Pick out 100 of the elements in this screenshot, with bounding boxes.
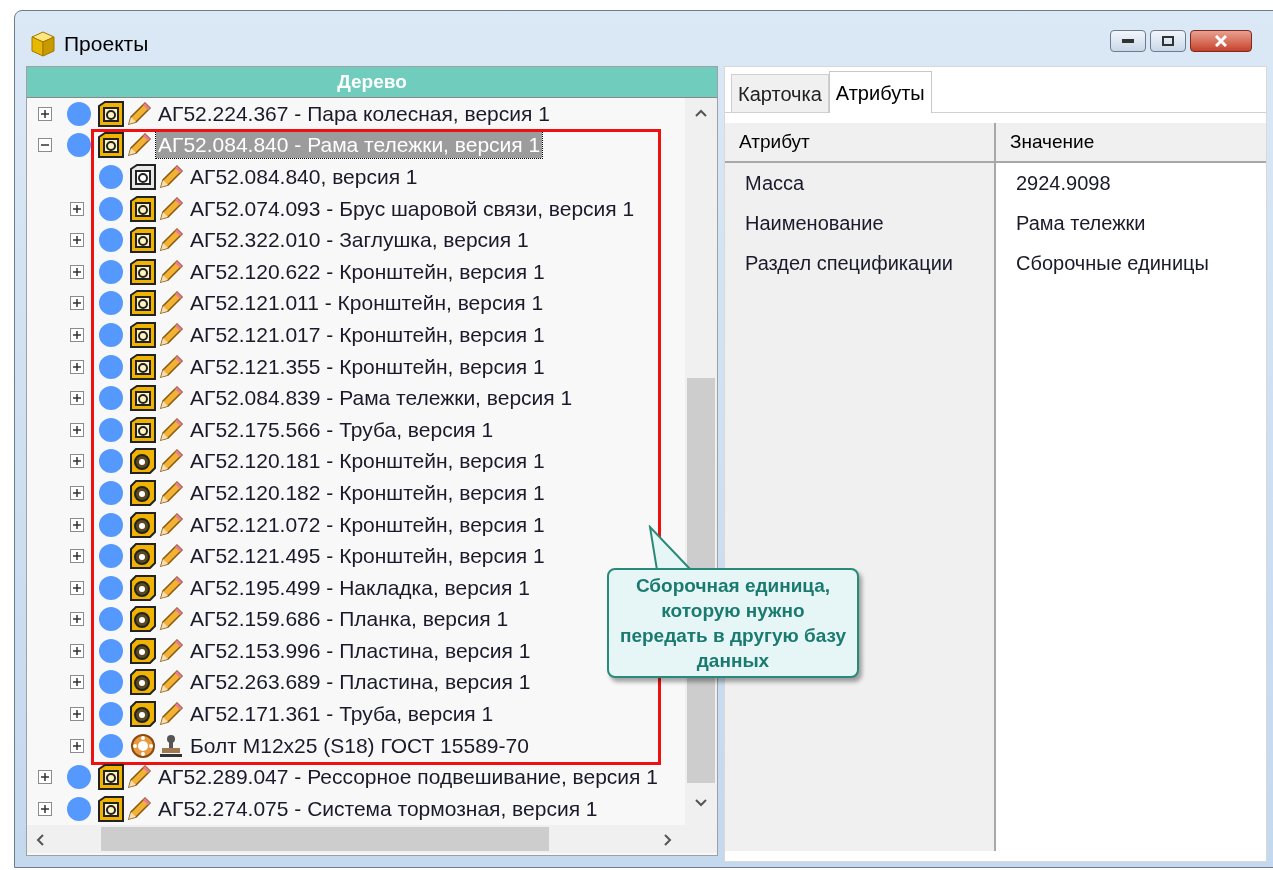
tree-item[interactable]: АГ52.084.839 - Рама тележки, версия 1	[188, 385, 575, 412]
tree-item[interactable]: АГ52.084.840, версия 1	[188, 164, 420, 190]
expand-icon[interactable]	[70, 738, 84, 753]
pencil-icon	[157, 163, 185, 191]
nut-icon	[129, 573, 157, 602]
pencil-icon	[157, 194, 185, 223]
assembly-icon	[97, 794, 125, 823]
window-title: Проекты	[64, 31, 149, 57]
document-icon	[129, 163, 157, 191]
nut-icon	[129, 510, 157, 539]
expand-icon[interactable]	[38, 801, 52, 816]
cube-icon	[30, 29, 56, 58]
expand-icon[interactable]	[70, 391, 84, 406]
assembly-icon	[97, 99, 125, 128]
tab[interactable]: Атрибуты	[828, 71, 932, 113]
tree-item[interactable]: АГ52.289.047 - Рессорное подвешивание, версия 1	[156, 764, 660, 791]
scroll-up-icon	[694, 108, 708, 118]
expand-icon[interactable]	[70, 549, 84, 564]
assembly-icon	[129, 415, 157, 444]
assembly-icon	[129, 384, 157, 413]
assembly-icon	[97, 763, 125, 792]
tree-item[interactable]: АГ52.322.010 - Заглушка, версия 1	[188, 227, 531, 254]
maximize-icon	[1162, 36, 1174, 46]
nut-icon	[129, 700, 157, 729]
pencil-icon	[157, 478, 185, 507]
expand-icon[interactable]	[70, 422, 84, 437]
tree-item[interactable]: АГ52.274.075 - Система тормозная, версия 1	[156, 795, 600, 822]
tree-item[interactable]: АГ52.175.566 - Труба, версия 1	[188, 416, 496, 443]
tree-header: Дерево	[27, 67, 717, 98]
assembly-icon	[129, 352, 157, 381]
attribute-value: Сборочные единицы	[1016, 251, 1209, 276]
gear-icon	[129, 731, 157, 760]
column-header[interactable]: Значение	[996, 123, 1266, 163]
pencil-icon	[157, 636, 185, 665]
close-button[interactable]	[1190, 30, 1252, 52]
assembly-icon	[129, 257, 157, 286]
expand-icon[interactable]	[70, 707, 84, 722]
tree-item[interactable]: АГ52.153.996 - Пластина, версия 1	[188, 637, 533, 664]
tree-item[interactable]: АГ52.121.072 - Кронштейн, версия 1	[188, 511, 547, 538]
assembly-icon	[129, 226, 157, 255]
expand-icon[interactable]	[70, 264, 84, 279]
tree-item[interactable]: АГ52.159.686 - Планка, версия 1	[188, 606, 511, 633]
pencil-icon	[157, 257, 185, 286]
maximize-button[interactable]	[1150, 30, 1186, 52]
assembly-icon	[129, 289, 157, 318]
pencil-icon	[157, 510, 185, 539]
assembly-icon	[129, 320, 157, 349]
tree-item[interactable]: АГ52.120.182 - Кронштейн, версия 1	[188, 479, 547, 506]
tree-item[interactable]: АГ52.074.093 - Брус шаровой связи, версия 1	[188, 195, 637, 222]
expand-icon[interactable]	[70, 327, 84, 342]
attribute-value: 2924.9098	[1016, 171, 1111, 196]
nut-icon	[129, 605, 157, 634]
minimize-button[interactable]	[1110, 30, 1146, 52]
scroll-down-icon	[694, 798, 708, 808]
pencil-icon	[157, 320, 185, 349]
tree-item[interactable]: АГ52.121.355 - Кронштейн, версия 1	[188, 353, 547, 380]
expand-icon[interactable]	[38, 770, 52, 785]
expand-icon[interactable]	[70, 359, 84, 374]
tab[interactable]: Карточка	[731, 74, 829, 112]
pencil-icon	[125, 794, 153, 823]
assembly-icon	[97, 131, 125, 160]
tree-item[interactable]: АГ52.121.495 - Кронштейн, версия 1	[188, 543, 547, 570]
attribute-name: Наименование	[745, 211, 884, 236]
callout-bubble: Сборочная единица, которую нужно передать в другую базу данных	[607, 568, 859, 678]
tree-item[interactable]: АГ52.121.017 - Кронштейн, версия 1	[188, 321, 547, 348]
scroll-left-icon	[35, 833, 45, 847]
pencil-icon	[125, 99, 153, 128]
expand-icon[interactable]	[70, 454, 84, 469]
expand-icon[interactable]	[70, 643, 84, 658]
expand-icon[interactable]	[38, 106, 52, 121]
attribute-name: Раздел спецификации	[745, 251, 953, 276]
horizontal-scrollbar[interactable]	[27, 825, 717, 853]
minimize-icon	[1122, 39, 1134, 43]
collapse-icon[interactable]	[38, 138, 52, 153]
pencil-icon	[157, 573, 185, 602]
tree-item[interactable]: АГ52.224.367 - Пара колесная, версия 1	[156, 100, 552, 127]
nut-icon	[129, 478, 157, 507]
tree-item[interactable]: АГ52.263.689 - Пластина, версия 1	[188, 669, 533, 696]
nut-icon	[129, 636, 157, 665]
expand-icon[interactable]	[70, 580, 84, 595]
tree-item[interactable]: АГ52.120.181 - Кронштейн, версия 1	[188, 448, 547, 475]
expand-icon[interactable]	[70, 233, 84, 248]
expand-icon[interactable]	[70, 485, 84, 500]
nut-icon	[129, 542, 157, 571]
expand-icon[interactable]	[70, 517, 84, 532]
scroll-right-icon	[663, 833, 673, 847]
pencil-icon	[157, 352, 185, 381]
tree-item[interactable]: АГ52.195.499 - Накладка, версия 1	[188, 574, 532, 601]
tree-item[interactable]: АГ52.120.622 - Кронштейн, версия 1	[188, 258, 547, 285]
tree-item[interactable]: АГ52.171.361 - Труба, версия 1	[188, 701, 496, 728]
tree-item[interactable]: Болт М12x25 (S18) ГОСТ 15589-70	[188, 732, 531, 759]
expand-icon[interactable]	[70, 201, 84, 216]
nut-icon	[129, 668, 157, 697]
expand-icon[interactable]	[70, 296, 84, 311]
attribute-value: Рама тележки	[1016, 211, 1146, 236]
scroll-thumb[interactable]	[101, 827, 549, 851]
expand-icon[interactable]	[70, 675, 84, 690]
nut-icon	[129, 447, 157, 476]
tree-item[interactable]: АГ52.121.011 - Кронштейн, версия 1	[188, 290, 546, 317]
expand-icon[interactable]	[70, 612, 84, 627]
